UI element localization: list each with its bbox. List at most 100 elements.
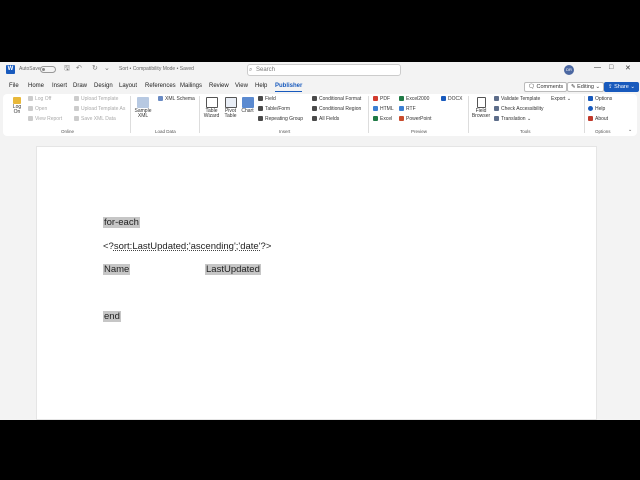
log-off-icon bbox=[28, 96, 33, 101]
tab-review[interactable]: Review bbox=[209, 83, 229, 89]
pdf-button[interactable]: PDF bbox=[373, 96, 390, 102]
options-icon bbox=[588, 96, 593, 101]
maximize-icon[interactable]: □ bbox=[609, 64, 613, 71]
about-label: About bbox=[595, 116, 609, 122]
share-button[interactable]: ⇪ Share ⌄ bbox=[604, 82, 639, 92]
export-dropdown[interactable]: Export ⌄ bbox=[551, 96, 571, 102]
html-button[interactable]: HTML bbox=[373, 106, 394, 112]
minimize-icon[interactable]: — bbox=[594, 64, 601, 71]
group-divider bbox=[584, 96, 585, 133]
upload-template-as-button[interactable]: Upload Template As bbox=[74, 106, 125, 112]
pdf-label: PDF bbox=[380, 96, 390, 102]
excel-label: Excel bbox=[380, 116, 393, 122]
field-browser-button[interactable]: Field Browser bbox=[470, 97, 492, 119]
open-button[interactable]: Open bbox=[28, 106, 47, 112]
options-button[interactable]: Options bbox=[588, 96, 612, 102]
undo-icon[interactable]: ↶ bbox=[76, 64, 82, 72]
tab-layout[interactable]: Layout bbox=[119, 83, 137, 89]
for-each-field[interactable]: for-each bbox=[103, 217, 140, 228]
close-icon[interactable]: ✕ bbox=[625, 64, 631, 72]
rtf-label: RTF bbox=[406, 106, 416, 112]
document-page[interactable]: for-each <?sort:LastUpdated;'ascending';… bbox=[36, 146, 597, 420]
redo-icon[interactable]: ↻ bbox=[92, 64, 98, 72]
search-icon: ⌕ bbox=[249, 67, 253, 73]
tab-publisher[interactable]: Publisher bbox=[275, 83, 303, 92]
help-label: Help bbox=[595, 106, 606, 112]
excel-button[interactable]: Excel bbox=[373, 116, 392, 122]
excel2000-icon bbox=[399, 96, 404, 101]
help-button[interactable]: Help bbox=[588, 106, 605, 112]
tab-draw[interactable]: Draw bbox=[73, 83, 87, 89]
end-field[interactable]: end bbox=[103, 311, 121, 322]
save-xml-data-button[interactable]: Save XML Data bbox=[74, 116, 116, 122]
tab-help[interactable]: Help bbox=[255, 83, 267, 89]
log-on-button[interactable]: Log On bbox=[9, 97, 25, 115]
log-on-label: Log On bbox=[12, 104, 22, 115]
tab-insert[interactable]: Insert bbox=[52, 83, 67, 89]
sample-xml-button[interactable]: Sample XML bbox=[133, 97, 153, 119]
powerpoint-icon bbox=[399, 116, 404, 121]
group-label-insert: Insert bbox=[279, 129, 291, 134]
group-label-load-data: Load Data bbox=[155, 129, 176, 134]
autosave-label: AutoSave bbox=[19, 66, 41, 72]
title-bar: W AutoSave 🖫 ↶ ↻ ⌄ Sort • Compatibility … bbox=[0, 62, 640, 78]
validate-template-icon bbox=[494, 96, 499, 101]
repeating-group-button[interactable]: Repeating Group bbox=[258, 116, 303, 122]
tab-design[interactable]: Design bbox=[94, 83, 113, 89]
comments-button[interactable]: 🗨 Comments bbox=[524, 82, 568, 92]
pivot-table-label: Pivot Table bbox=[224, 108, 237, 119]
log-off-button[interactable]: Log Off bbox=[28, 96, 51, 102]
avatar[interactable]: DR bbox=[564, 65, 574, 75]
check-accessibility-button[interactable]: Check Accessibility bbox=[494, 106, 544, 112]
all-fields-button[interactable]: All Fields bbox=[312, 116, 339, 122]
table-form-button[interactable]: Table/Form bbox=[258, 106, 290, 112]
tab-file[interactable]: File bbox=[9, 83, 19, 89]
table-form-icon bbox=[258, 106, 263, 111]
field-browser-label: Field Browser bbox=[471, 108, 491, 119]
about-icon bbox=[588, 116, 593, 121]
field-button[interactable]: Field bbox=[258, 96, 276, 102]
conditional-region-button[interactable]: Conditional Region bbox=[312, 106, 361, 112]
conditional-region-icon bbox=[312, 106, 317, 111]
pivot-table-button[interactable]: Pivot Table bbox=[222, 97, 239, 119]
view-report-button[interactable]: View Report bbox=[28, 116, 62, 122]
customize-qat-icon[interactable]: ⌄ bbox=[104, 64, 110, 72]
group-divider bbox=[468, 96, 469, 133]
xml-schema-button[interactable]: XML Schema bbox=[158, 96, 195, 102]
excel-icon bbox=[373, 116, 378, 121]
chart-button[interactable]: Chart bbox=[240, 97, 255, 114]
editing-button[interactable]: ✎ Editing ⌄ bbox=[567, 82, 605, 92]
table-wizard-button[interactable]: Table Wizard bbox=[202, 97, 221, 119]
upload-template-button[interactable]: Upload Template bbox=[74, 96, 118, 102]
validate-template-button[interactable]: Validate Template bbox=[494, 96, 540, 102]
export-label: Export bbox=[551, 96, 566, 102]
conditional-format-button[interactable]: Conditional Format bbox=[312, 96, 361, 102]
sort-prefix: <? bbox=[103, 241, 114, 252]
search-box[interactable]: ⌕ Search bbox=[247, 64, 401, 76]
rtf-icon bbox=[399, 106, 404, 111]
rtf-button[interactable]: RTF bbox=[399, 106, 416, 112]
sort-instruction[interactable]: <?sort:LastUpdated;'ascending';'date'?> bbox=[103, 241, 271, 252]
chart-label: Chart bbox=[241, 108, 254, 114]
sample-xml-icon bbox=[137, 97, 149, 108]
upload-template-icon bbox=[74, 96, 79, 101]
save-icon[interactable]: 🖫 bbox=[64, 64, 70, 75]
table-form-label: Table/Form bbox=[265, 106, 291, 112]
search-placeholder: Search bbox=[256, 67, 276, 73]
name-field[interactable]: Name bbox=[103, 264, 131, 275]
autosave-toggle[interactable] bbox=[40, 66, 56, 73]
tab-home[interactable]: Home bbox=[28, 83, 44, 89]
translation-dropdown[interactable]: Translation ⌄ bbox=[494, 116, 531, 122]
group-label-online: Online bbox=[61, 129, 75, 134]
docx-button[interactable]: DOCX bbox=[441, 96, 462, 102]
collapse-ribbon-icon[interactable]: ⌄ bbox=[628, 127, 632, 133]
tab-mailings[interactable]: Mailings bbox=[180, 83, 202, 89]
tab-references[interactable]: References bbox=[145, 83, 176, 89]
about-button[interactable]: About bbox=[588, 116, 608, 122]
powerpoint-button[interactable]: PowerPoint bbox=[399, 116, 432, 122]
tab-view[interactable]: View bbox=[235, 83, 248, 89]
last-updated-field[interactable]: LastUpdated bbox=[205, 264, 261, 275]
field-icon bbox=[258, 96, 263, 101]
excel2000-button[interactable]: Excel2000 bbox=[399, 96, 429, 102]
document-area: for-each <?sort:LastUpdated;'ascending';… bbox=[0, 140, 640, 420]
